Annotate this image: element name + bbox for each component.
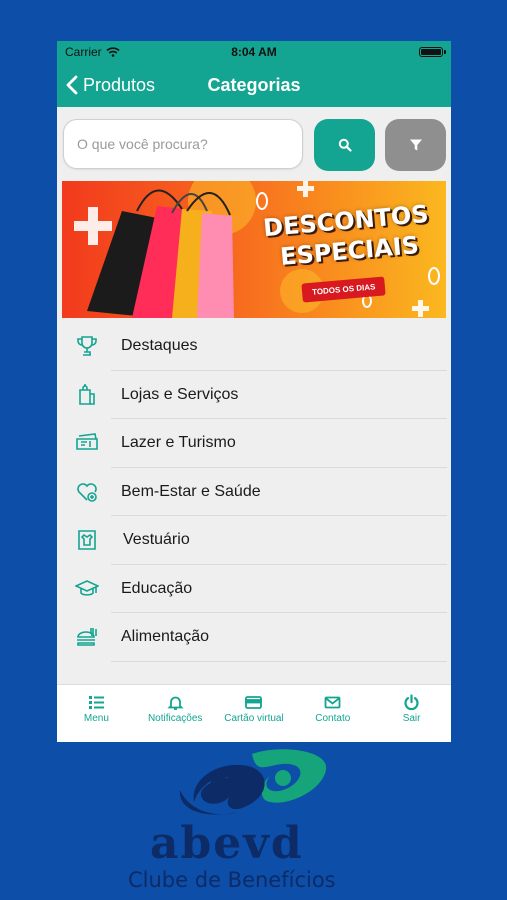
category-item-bem-estar-saude[interactable]: Bem-Estar e Saúde bbox=[57, 468, 451, 517]
category-label: Vestuário bbox=[123, 531, 190, 549]
wifi-icon bbox=[106, 47, 120, 57]
graduation-cap-icon bbox=[75, 579, 99, 596]
category-item-lojas-servicos[interactable]: Lojas e Serviços bbox=[57, 371, 451, 420]
search-button[interactable] bbox=[314, 119, 375, 171]
category-label: Destaques bbox=[121, 337, 198, 355]
logo-mark bbox=[179, 749, 327, 815]
search-input[interactable]: O que você procura? bbox=[63, 119, 303, 169]
category-label: Lojas e Serviços bbox=[121, 385, 239, 403]
tab-cartao-virtual[interactable]: Cartão virtual bbox=[215, 685, 294, 742]
tab-label: Contato bbox=[315, 713, 351, 724]
filter-icon bbox=[409, 139, 422, 151]
page-title: Categorias bbox=[207, 74, 301, 95]
filter-button[interactable] bbox=[385, 119, 446, 171]
clothing-icon bbox=[78, 530, 96, 550]
abevd-logo: abevd Clube de Benefícios bbox=[120, 748, 390, 898]
card-icon bbox=[245, 696, 263, 709]
status-bar: Carrier 8:04 AM bbox=[57, 41, 451, 63]
heart-health-icon bbox=[77, 482, 97, 502]
food-icon bbox=[77, 628, 97, 646]
promo-banner[interactable]: DESCONTOS ESPECIAIS TODOS OS DIAS bbox=[62, 181, 446, 318]
category-label: Bem-Estar e Saúde bbox=[121, 482, 261, 500]
phone-screen: Carrier 8:04 AM Produtos Categorias O qu… bbox=[57, 41, 451, 742]
category-item-lazer-turismo[interactable]: Lazer e Turismo bbox=[57, 419, 451, 468]
carrier-indicator: Carrier bbox=[65, 45, 120, 59]
shopping-bag-icon bbox=[79, 383, 95, 405]
tab-label: Notificações bbox=[147, 713, 203, 724]
chevron-left-icon bbox=[66, 75, 78, 95]
power-icon bbox=[404, 694, 419, 711]
search-icon bbox=[338, 138, 352, 152]
ticket-icon bbox=[76, 433, 98, 450]
category-label: Educação bbox=[121, 579, 193, 597]
back-button[interactable]: Produtos bbox=[57, 75, 155, 96]
clock: 8:04 AM bbox=[231, 45, 277, 59]
brand-tagline: Clube de Benefícios bbox=[128, 868, 336, 892]
category-list: Destaques Lojas e Serviços Lazer e Turis… bbox=[57, 322, 451, 662]
category-item-alimentacao[interactable]: Alimentação bbox=[57, 613, 451, 662]
category-label: Alimentação bbox=[121, 628, 210, 646]
battery-icon bbox=[419, 47, 446, 57]
tab-notificacoes[interactable]: Notificações bbox=[136, 685, 215, 742]
tab-label: Sair bbox=[402, 713, 421, 724]
tab-bar: Menu Notificações Cartão virtual Contato bbox=[57, 684, 451, 742]
tab-menu[interactable]: Menu bbox=[57, 685, 136, 742]
bell-icon bbox=[167, 696, 184, 710]
category-item-educacao[interactable]: Educação bbox=[57, 565, 451, 614]
brand-name: abevd bbox=[150, 818, 304, 869]
back-label: Produtos bbox=[83, 74, 156, 95]
nav-bar: Produtos Categorias bbox=[57, 63, 451, 107]
list-icon bbox=[88, 696, 104, 709]
tab-label: Cartão virtual bbox=[224, 713, 284, 724]
tab-label: Menu bbox=[83, 713, 109, 724]
tab-sair[interactable]: Sair bbox=[372, 685, 451, 742]
category-label: Lazer e Turismo bbox=[121, 434, 236, 452]
carrier-label: Carrier bbox=[65, 45, 102, 59]
search-row: O que você procura? bbox=[57, 107, 451, 181]
envelope-icon bbox=[324, 696, 341, 709]
tab-contato[interactable]: Contato bbox=[293, 685, 372, 742]
category-item-destaques[interactable]: Destaques bbox=[57, 322, 451, 371]
category-item-vestuario[interactable]: Vestuário bbox=[57, 516, 451, 565]
trophy-icon bbox=[77, 336, 97, 356]
